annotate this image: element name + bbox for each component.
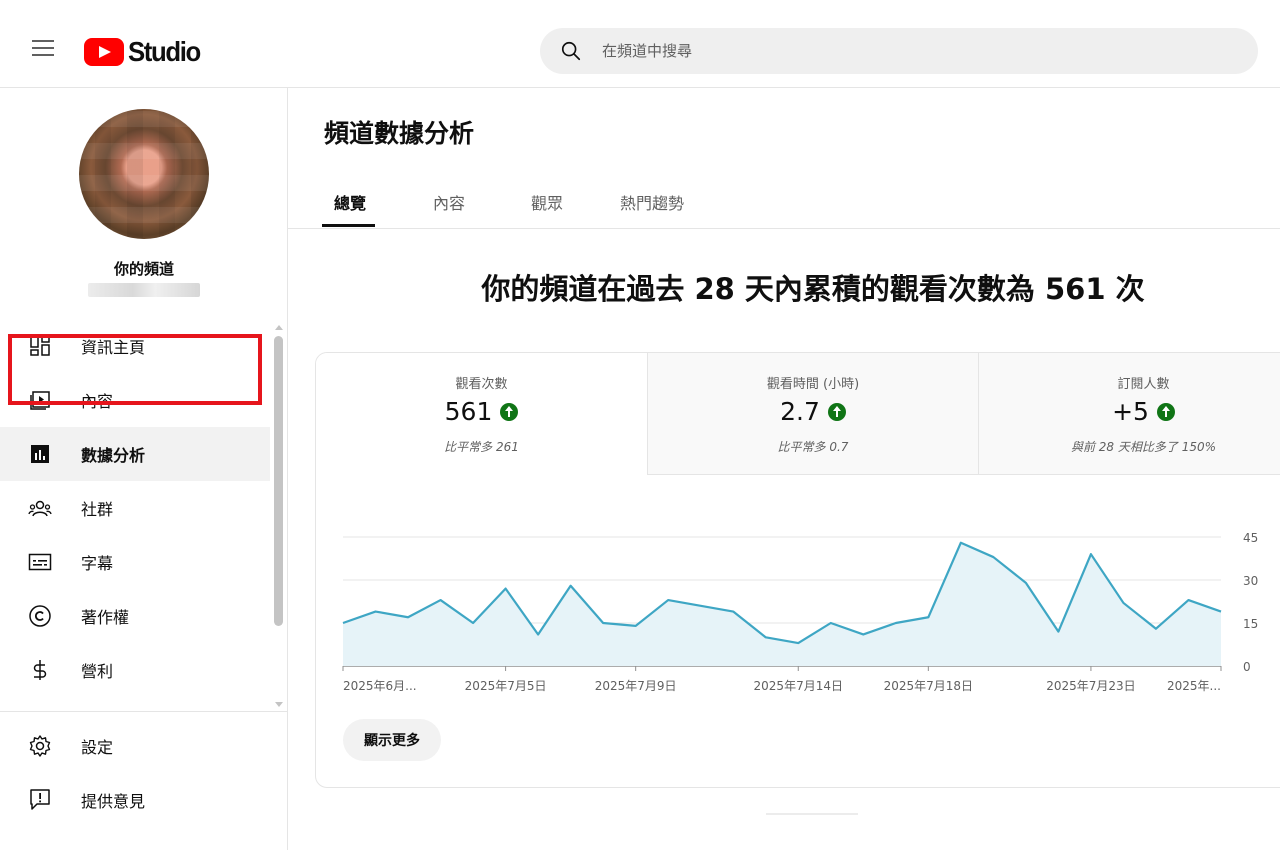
sidebar-item-subtitles[interactable]: 字幕	[0, 535, 270, 589]
y-tick-label: 0	[1243, 660, 1251, 674]
page-title: 頻道數據分析	[324, 119, 475, 148]
sidebar-item-copyright[interactable]: 著作權	[0, 589, 270, 643]
tab-trending[interactable]: 熱門趨勢	[620, 190, 684, 214]
summary-headline: 你的頻道在過去 28 天內累積的觀看次數為 561 次	[481, 272, 1145, 306]
sidebar-item-label: 社群	[81, 500, 114, 519]
trend-up-icon	[827, 402, 846, 421]
channel-avatar[interactable]	[79, 109, 209, 239]
scroll-up-arrow[interactable]	[275, 325, 283, 330]
x-tick-label: 2025年7月23日	[1046, 679, 1135, 693]
y-tick-label: 15	[1243, 617, 1258, 631]
sidebar-item-monetization[interactable]: 營利	[0, 643, 270, 697]
copyright-icon	[28, 604, 52, 628]
divider	[0, 711, 287, 712]
metric-views[interactable]: 觀看次數 561 比平常多 261	[316, 353, 647, 475]
sidebar-item-settings[interactable]: 設定	[0, 719, 270, 773]
hamburger-menu-icon[interactable]	[32, 40, 54, 58]
x-tick-label: 2025年6月...	[343, 679, 417, 693]
analytics-highlight-annotation	[8, 334, 262, 405]
youtube-studio-logo[interactable]: Studio	[84, 36, 206, 68]
x-tick-label: 2025年7月9日	[595, 679, 677, 693]
subtitles-icon	[28, 550, 52, 574]
search-icon[interactable]	[560, 40, 582, 62]
metric-value: 561	[444, 397, 493, 426]
tab-overview[interactable]: 總覽	[334, 190, 366, 214]
metric-value: 2.7	[780, 397, 820, 426]
x-tick-label: 2025年7月14日	[754, 679, 843, 693]
metric-value: +5	[1112, 397, 1149, 426]
tab-content[interactable]: 內容	[433, 190, 465, 214]
sidebar-item-analytics[interactable]: 數據分析	[0, 427, 270, 481]
x-tick-label: 2025年...	[1167, 679, 1221, 693]
sidebar-item-label: 提供意見	[81, 792, 146, 811]
channel-label: 你的頻道	[113, 260, 174, 278]
show-more-button[interactable]: 顯示更多	[343, 719, 441, 761]
y-tick-label: 30	[1243, 574, 1258, 588]
analytics-icon	[28, 442, 52, 466]
views-chart[interactable]: 0 15 30 45 2025年6月... 2025年7月5日 2025年7月9日 2025年…	[316, 475, 1280, 705]
sidebar-item-label: 字幕	[81, 554, 114, 573]
top-header: Studio	[0, 0, 1280, 88]
metric-label: 訂閱人數	[1117, 377, 1170, 392]
search-bar[interactable]	[540, 28, 1258, 74]
metric-label: 觀看次數	[455, 377, 508, 392]
sidebar-item-label: 著作權	[81, 608, 130, 627]
metric-comparison: 比平常多 261	[444, 440, 519, 454]
scroll-down-arrow[interactable]	[275, 702, 283, 707]
sidebar-item-feedback[interactable]: 提供意見	[0, 773, 270, 827]
search-input[interactable]	[602, 28, 1222, 74]
metric-subscribers[interactable]: 訂閱人數 +5 與前 28 天相比多了 150%	[978, 353, 1280, 475]
sidebar: 你的頻道 資訊主頁 內容 數據分析 社群 字幕 著作權 營利 設定 提供意見	[0, 88, 288, 850]
community-icon	[28, 496, 52, 520]
metric-comparison: 比平常多 0.7	[777, 440, 849, 454]
youtube-play-icon	[84, 38, 124, 66]
metric-watch-time[interactable]: 觀看時間 (小時) 2.7 比平常多 0.7	[647, 353, 978, 475]
divider	[766, 813, 858, 815]
trend-up-icon	[500, 402, 519, 421]
sidebar-item-label: 營利	[81, 662, 114, 681]
logo-text: Studio	[128, 36, 201, 67]
sidebar-item-label: 數據分析	[81, 446, 146, 465]
channel-name-blurred	[88, 283, 200, 297]
metric-label: 觀看時間 (小時)	[766, 377, 860, 392]
settings-gear-icon	[28, 734, 52, 758]
metric-comparison: 與前 28 天相比多了 150%	[1070, 440, 1217, 454]
sidebar-item-label: 設定	[81, 738, 114, 757]
feedback-icon	[28, 788, 52, 812]
analytics-card: 觀看次數 561 比平常多 261 觀看時間 (小時) 2.7 比平常多 0.7…	[315, 352, 1280, 788]
sidebar-item-community[interactable]: 社群	[0, 481, 270, 535]
trend-up-icon	[1156, 402, 1175, 421]
area-fill	[343, 542, 1221, 666]
x-tick-label: 2025年7月18日	[884, 679, 973, 693]
tab-bar: 總覽 內容 觀眾 熱門趨勢	[288, 172, 1280, 229]
x-tick-label: 2025年7月5日	[465, 679, 547, 693]
y-tick-label: 45	[1243, 531, 1258, 545]
dollar-icon	[28, 658, 52, 682]
tab-audience[interactable]: 觀眾	[531, 190, 563, 214]
active-tab-indicator	[322, 224, 375, 227]
sidebar-scrollbar[interactable]	[274, 336, 283, 626]
